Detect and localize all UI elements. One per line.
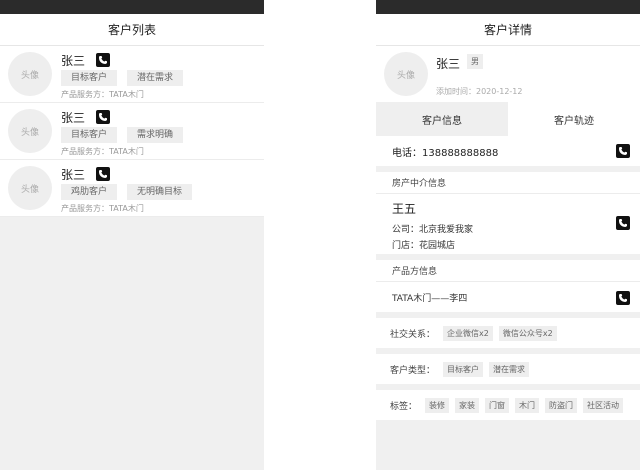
service-provider: 产品服务方：TATA木门 (61, 204, 144, 213)
product-section-title: 产品方信息 (376, 260, 640, 282)
status-bar (0, 0, 264, 14)
customer-list-screen: 客户列表 头像 张三 目标客户 潜在需求 产品服务方：TATA木门 头像 张三 … (0, 0, 264, 470)
tab-customer-track[interactable]: 客户轨迹 (508, 102, 640, 136)
social-row: 社交关系： 企业微信x2 微信公众号x2 (376, 318, 640, 348)
tag-chip: 木门 (515, 397, 540, 413)
agent-name: 王五 (392, 202, 417, 216)
tag: 目标客户 (61, 127, 118, 143)
tag: 鸡肋客户 (61, 184, 118, 200)
phone-icon[interactable] (616, 144, 630, 158)
tags-label: 标签： (390, 401, 418, 412)
tab-customer-info[interactable]: 客户信息 (376, 102, 508, 136)
list-item[interactable]: 头像 张三 鸡肋客户 无明确目标 产品服务方：TATA木门 (0, 160, 264, 217)
product-contact: TATA木门——李四 (392, 293, 468, 304)
agency-company: 公司：北京我爱我家 (392, 225, 474, 235)
avatar: 头像 (384, 52, 428, 96)
customer-name: 张三 (436, 57, 461, 71)
tag-chip: 家装 (455, 397, 480, 413)
customer-name: 张三 (61, 111, 86, 125)
avatar: 头像 (8, 109, 52, 153)
service-provider: 产品服务方：TATA木门 (61, 90, 144, 99)
customer-name: 张三 (61, 168, 86, 182)
tag: 潜在需求 (127, 70, 184, 86)
phone-icon[interactable] (616, 216, 630, 230)
list-item[interactable]: 头像 张三 目标客户 需求明确 产品服务方：TATA木门 (0, 103, 264, 160)
type-chip: 潜在需求 (489, 361, 530, 377)
social-chip[interactable]: 微信公众号x2 (498, 325, 557, 341)
list-item[interactable]: 头像 张三 目标客户 潜在需求 产品服务方：TATA木门 (0, 46, 264, 103)
tag-chip: 装修 (425, 397, 450, 413)
phone-row: 电话：138888888888 (376, 136, 640, 166)
phone-icon[interactable] (616, 291, 630, 305)
gender-badge: 男 (467, 54, 483, 69)
type-label: 客户类型： (390, 365, 436, 376)
phone-number: 电话：138888888888 (392, 147, 499, 159)
type-chip: 目标客户 (443, 361, 484, 377)
canvas: 客户列表 头像 张三 目标客户 潜在需求 产品服务方：TATA木门 头像 张三 … (0, 0, 640, 470)
phone-icon[interactable] (96, 53, 110, 67)
added-time: 添加时间：2020-12-12 (436, 87, 523, 96)
agency-card: 王五 公司：北京我爱我家 门店：花园城店 (376, 194, 640, 254)
customer-detail-screen: 客户详情 头像 张三 男 添加时间：2020-12-12 客户信息 客户轨迹 电… (376, 0, 640, 470)
customer-list: 头像 张三 目标客户 潜在需求 产品服务方：TATA木门 头像 张三 目标客户 … (0, 46, 264, 217)
list-title: 客户列表 (0, 14, 264, 46)
detail-tabs: 客户信息 客户轨迹 (376, 102, 640, 136)
phone-icon[interactable] (96, 110, 110, 124)
social-label: 社交关系： (390, 329, 436, 340)
customer-name: 张三 (61, 54, 86, 68)
agency-store: 门店：花园城店 (392, 241, 456, 251)
tag-row: 鸡肋客户 无明确目标 (61, 184, 193, 200)
avatar: 头像 (8, 166, 52, 210)
tag: 需求明确 (127, 127, 184, 143)
tag-chip: 防盗门 (545, 397, 578, 413)
status-bar (376, 0, 640, 14)
tag-row: 目标客户 潜在需求 (61, 70, 184, 86)
tag-chip: 门窗 (485, 397, 510, 413)
customer-type-row: 客户类型： 目标客户 潜在需求 (376, 354, 640, 384)
tags-row: 标签： 装修 家装 门窗 木门 防盗门 社区活动 (376, 390, 640, 420)
agency-section-title: 房产中介信息 (376, 172, 640, 194)
service-provider: 产品服务方：TATA木门 (61, 147, 144, 156)
tag: 无明确目标 (127, 184, 193, 200)
detail-title: 客户详情 (376, 14, 640, 46)
product-row: TATA木门——李四 (376, 282, 640, 312)
avatar: 头像 (8, 52, 52, 96)
customer-profile: 头像 张三 男 添加时间：2020-12-12 (376, 46, 640, 102)
tag-row: 目标客户 需求明确 (61, 127, 184, 143)
phone-icon[interactable] (96, 167, 110, 181)
tag: 目标客户 (61, 70, 118, 86)
social-chip[interactable]: 企业微信x2 (443, 325, 493, 341)
tag-chip: 社区活动 (583, 397, 624, 413)
